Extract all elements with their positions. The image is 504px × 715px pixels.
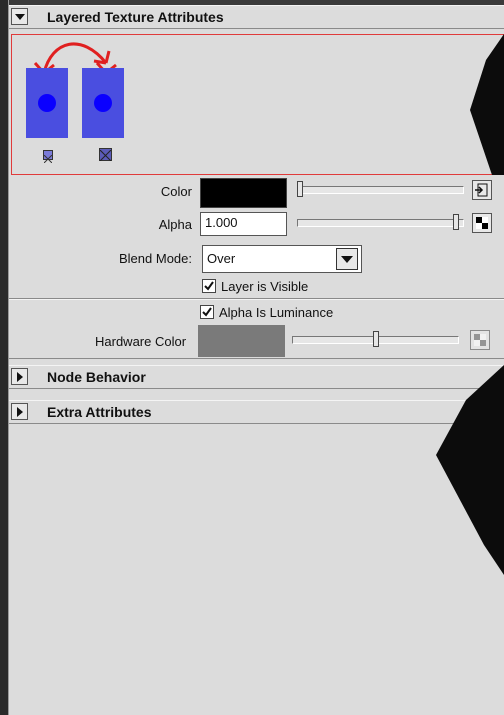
layer-swatch-2[interactable] bbox=[82, 68, 124, 138]
checkmark-icon bbox=[202, 307, 212, 317]
layer-visible-label: Layer is Visible bbox=[221, 279, 309, 294]
window-left-edge bbox=[0, 0, 8, 715]
blend-mode-label: Blend Mode: bbox=[119, 251, 192, 266]
section-title: Layered Texture Attributes bbox=[47, 9, 224, 25]
expand-toggle[interactable] bbox=[11, 368, 28, 385]
section-title: Extra Attributes bbox=[47, 404, 152, 420]
color-label: Color bbox=[160, 184, 192, 199]
hardware-color-swatch[interactable] bbox=[198, 325, 285, 357]
layer-swatch-1[interactable] bbox=[26, 68, 68, 138]
alpha-is-luminance-label: Alpha Is Luminance bbox=[219, 305, 334, 320]
expand-toggle[interactable] bbox=[11, 403, 28, 420]
blend-mode-dropdown-button[interactable] bbox=[336, 248, 358, 270]
color-slider-handle[interactable] bbox=[297, 181, 303, 197]
triangle-right-icon bbox=[17, 407, 23, 417]
layer-visible-checkbox[interactable] bbox=[202, 279, 216, 293]
blend-mode-value: Over bbox=[207, 251, 236, 266]
remove-layer-2-icon[interactable] bbox=[99, 148, 112, 162]
swatch-dot bbox=[94, 94, 112, 112]
hardware-color-slider-handle[interactable] bbox=[373, 331, 379, 347]
remove-layer-1-icon[interactable] bbox=[43, 150, 53, 164]
hardware-color-label: Hardware Color bbox=[95, 334, 187, 349]
alpha-input[interactable]: 1.000 bbox=[200, 212, 287, 236]
alpha-is-luminance-checkbox[interactable] bbox=[200, 305, 214, 319]
triangle-right-icon bbox=[17, 372, 23, 382]
swatch-dot bbox=[38, 94, 56, 112]
triangle-down-icon bbox=[15, 14, 25, 20]
chevron-down-icon bbox=[341, 256, 353, 263]
color-swatch[interactable] bbox=[200, 178, 287, 208]
collapse-toggle[interactable] bbox=[11, 8, 28, 25]
checkmark-icon bbox=[204, 281, 214, 291]
section-title: Node Behavior bbox=[47, 369, 146, 385]
viewport-background bbox=[436, 34, 504, 575]
alpha-label: Alpha bbox=[158, 217, 192, 232]
